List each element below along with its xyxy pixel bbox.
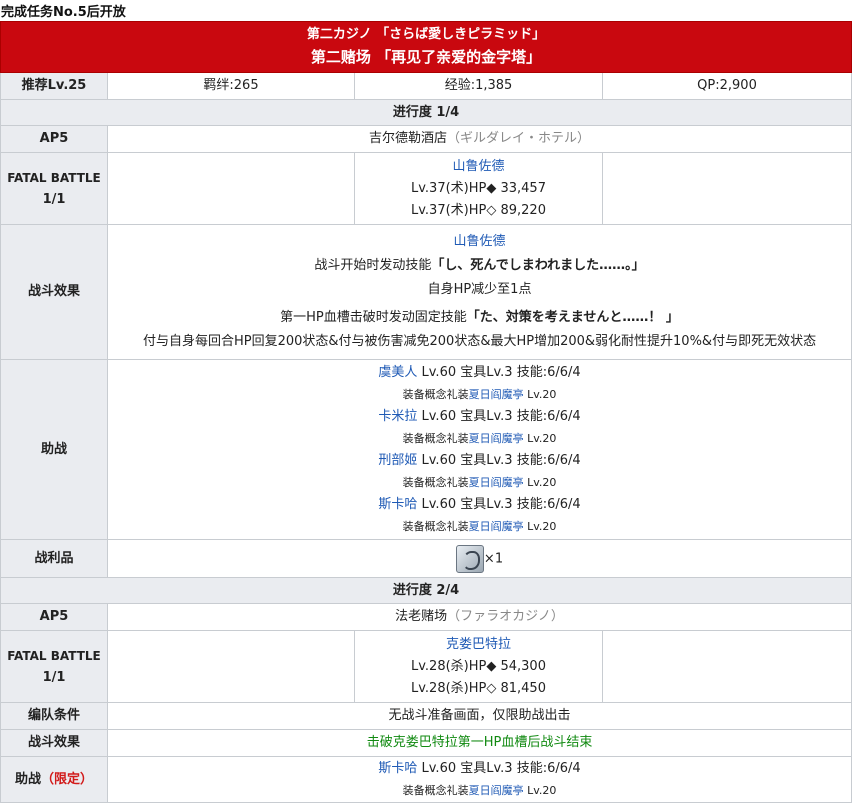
support-entry: 斯卡哈 Lv.60 宝具Lv.3 技能:6/6/4 xyxy=(378,496,581,512)
stage2-location: 法老赌场（ファラオカジノ） xyxy=(106,603,852,631)
stage2-formation-label: 编队条件 xyxy=(0,702,108,730)
stage1-ap: AP5 xyxy=(0,125,108,153)
support-servant-link[interactable]: 斯卡哈 xyxy=(378,761,417,776)
effect-line-1: 战斗开始时发动技能「し、死んでしまわれました……。」 xyxy=(314,258,645,273)
fatal-battle-count: 1/1 xyxy=(42,669,66,685)
support-ce: 装备概念礼装夏日阎魔亭 Lv.20 xyxy=(402,431,557,445)
quest-title-jp: 第二カジノ 「さらば愛しきピラミッド」 xyxy=(306,27,546,42)
stage2-effects-label: 战斗效果 xyxy=(0,729,108,757)
quest-title-cn: 第二赌场 「再见了亲爱的金字塔」 xyxy=(310,48,542,66)
support-servant-link[interactable]: 斯卡哈 xyxy=(378,497,417,512)
support-entry: 卡米拉 Lv.60 宝具Lv.3 技能:6/6/4 xyxy=(378,408,581,424)
stage1-enemy: 山鲁佐德 Lv.37(术)HP◆ 33,457 Lv.37(术)HP◇ 89,2… xyxy=(354,152,603,225)
fatal-battle-label: FATAL BATTLE xyxy=(7,648,101,663)
quest-title-row: 第二カジノ 「さらば愛しきピラミッド」 第二赌场 「再见了亲爱的金字塔」 xyxy=(0,21,852,73)
support-servant-link[interactable]: 刑部姬 xyxy=(378,453,417,468)
bond-value: 羁绊:265 xyxy=(107,72,355,100)
stage1-drops: ×1 xyxy=(106,539,852,578)
stage1-supports: 虞美人 Lv.60 宝具Lv.3 技能:6/6/4 装备概念礼装夏日阎魔亭 Lv… xyxy=(106,359,852,540)
empty-cell xyxy=(107,152,355,225)
effect-line-3: 第一HP血槽击破时发动固定技能「た、対策を考えませんと……！ 」 xyxy=(280,310,679,325)
stage1-location-cn: 吉尔德勒酒店 xyxy=(369,131,448,146)
support-ce-link[interactable]: 夏日阎魔亭 xyxy=(469,388,524,401)
stage2-effects: 击破克娄巴特拉第一HP血槽后战斗结束 xyxy=(106,729,852,757)
support-servant-link[interactable]: 虞美人 xyxy=(378,365,417,380)
stage2-location-cn: 法老赌场 xyxy=(395,609,448,624)
info-row: 推荐Lv.25 羁绊:265 经验:1,385 QP:2,900 xyxy=(0,72,852,100)
enemy-hp-2: Lv.37(术)HP◇ 89,220 xyxy=(411,202,546,218)
stage2-support-label: 助战（限定） xyxy=(0,756,108,803)
support-entry: 刑部姬 Lv.60 宝具Lv.3 技能:6/6/4 xyxy=(378,452,581,468)
stage2-location-jp: （ファラオカジノ） xyxy=(447,609,564,624)
recommend-level: 推荐Lv.25 xyxy=(0,72,108,100)
support-entry: 斯卡哈 Lv.60 宝具Lv.3 技能:6/6/4 xyxy=(378,760,581,776)
stage2-ap: AP5 xyxy=(0,603,108,631)
effect-line-4: 付与自身每回合HP回复200状态&付与被伤害减免200状态&最大HP增加200&… xyxy=(142,334,817,349)
qp-value: QP:2,900 xyxy=(601,72,852,100)
support-ce-link[interactable]: 夏日阎魔亭 xyxy=(469,432,524,445)
serpent-jewel-icon[interactable] xyxy=(455,544,484,573)
empty-cell xyxy=(601,630,852,703)
support-entry: 虞美人 Lv.60 宝具Lv.3 技能:6/6/4 xyxy=(378,364,581,380)
drop-count: ×1 xyxy=(483,551,504,566)
stage1-effects: 山鲁佐德 战斗开始时发动技能「し、死んでしまわれました……。」 自身HP减少至1… xyxy=(106,224,852,360)
support-ce: 装备概念礼装夏日阎魔亭 Lv.20 xyxy=(402,519,557,533)
stage1-fatal-battle: FATAL BATTLE 1/1 xyxy=(0,152,108,225)
support-ce-link[interactable]: 夏日阎魔亭 xyxy=(469,520,524,533)
support-servant-link[interactable]: 卡米拉 xyxy=(378,409,417,424)
stage2-formation: 无战斗准备画面，仅限助战出击 xyxy=(106,702,852,730)
support-ce: 装备概念礼装夏日阎魔亭 Lv.20 xyxy=(402,475,557,489)
stage2-progress: 进行度 2/4 xyxy=(0,577,852,604)
stage2-enemy: 克娄巴特拉 Lv.28(杀)HP◆ 54,300 Lv.28(杀)HP◇ 81,… xyxy=(354,630,603,703)
effect-line-2: 自身HP减少至1点 xyxy=(427,282,532,297)
fatal-battle-label: FATAL BATTLE xyxy=(7,170,101,185)
stage2-fatal-battle: FATAL BATTLE 1/1 xyxy=(0,630,108,703)
enemy-hp-1: Lv.28(杀)HP◆ 54,300 xyxy=(411,658,546,674)
enemy-name-link[interactable]: 克娄巴特拉 xyxy=(355,634,602,656)
unlock-condition: 完成任务No.5后开放 xyxy=(1,5,126,20)
limited-tag: （限定） xyxy=(41,771,94,787)
fatal-battle-count: 1/1 xyxy=(42,191,66,207)
quest-title: 第二カジノ 「さらば愛しきピラミッド」 第二赌场 「再见了亲爱的金字塔」 xyxy=(0,21,852,73)
empty-cell xyxy=(601,152,852,225)
support-ce: 装备概念礼装夏日阎魔亭 Lv.20 xyxy=(402,783,557,797)
stage1-drop-label: 战利品 xyxy=(0,539,108,578)
exp-value: 经验:1,385 xyxy=(354,72,603,100)
quest-table: 第二カジノ 「さらば愛しきピラミッド」 第二赌场 「再见了亲爱的金字塔」 推荐L… xyxy=(0,21,852,803)
stage1-support-label: 助战 xyxy=(0,359,108,540)
effect-servant-link[interactable]: 山鲁佐德 xyxy=(108,230,851,254)
support-ce-link[interactable]: 夏日阎魔亭 xyxy=(469,476,524,489)
stage1-location-jp: （ギルダレイ・ホテル） xyxy=(447,131,591,146)
enemy-hp-1: Lv.37(术)HP◆ 33,457 xyxy=(411,180,546,196)
empty-cell xyxy=(107,630,355,703)
support-ce: 装备概念礼装夏日阎魔亭 Lv.20 xyxy=(402,387,557,401)
stage2-supports: 斯卡哈 Lv.60 宝具Lv.3 技能:6/6/4 装备概念礼装夏日阎魔亭 Lv… xyxy=(106,756,852,803)
enemy-name-link[interactable]: 山鲁佐德 xyxy=(355,156,602,178)
stage1-location: 吉尔德勒酒店（ギルダレイ・ホテル） xyxy=(106,125,852,153)
support-ce-link[interactable]: 夏日阎魔亭 xyxy=(469,784,524,797)
stage1-effects-label: 战斗效果 xyxy=(0,224,108,360)
enemy-hp-2: Lv.28(杀)HP◇ 81,450 xyxy=(411,680,546,696)
stage1-progress: 进行度 1/4 xyxy=(0,99,852,126)
